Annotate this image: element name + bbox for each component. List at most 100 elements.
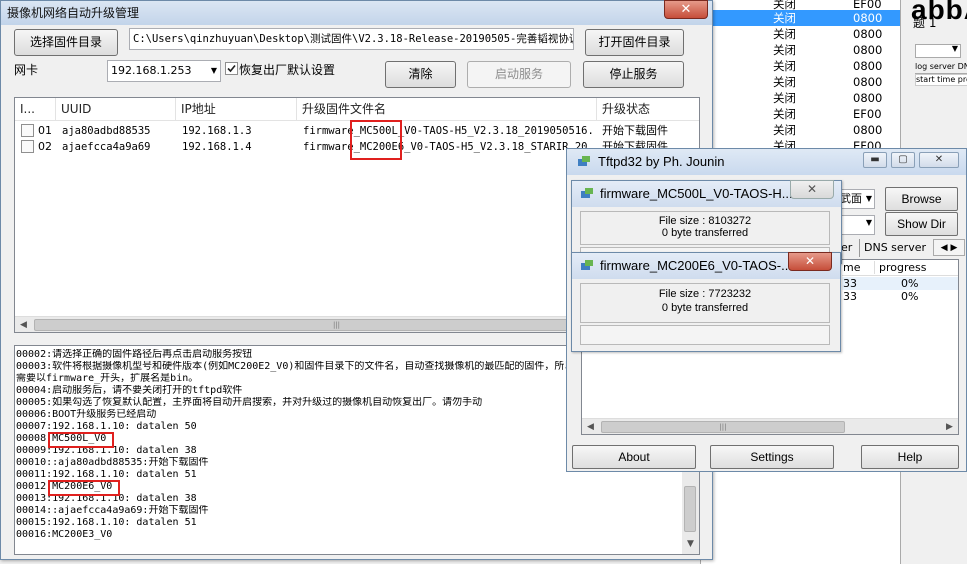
tftpd-app-icon [581, 260, 593, 270]
open-firmware-dir-button[interactable]: 打开固件目录 [585, 29, 684, 56]
bg-list-row[interactable]: 关闭 EF00 [701, 106, 920, 122]
column-header-index[interactable]: I... [15, 98, 56, 121]
row-checkbox[interactable] [21, 124, 34, 137]
popup-close-button[interactable]: ✕ [788, 252, 832, 271]
window-titlebar[interactable]: 摄像机网络自动升级管理 ✕ [1, 0, 712, 25]
about-button[interactable]: About [572, 445, 696, 469]
popup-info: File size : 8103272 0 byte transferred [580, 211, 830, 245]
bg-list-row[interactable]: 关闭 0800 [701, 58, 920, 74]
bg-list-row[interactable]: 关闭 0800 [701, 26, 920, 42]
bg-status: 关闭 [773, 107, 796, 121]
table-header: I... UUID IP地址 升级固件文件名 升级状态 [15, 98, 699, 121]
close-button[interactable]: ✕ [664, 0, 708, 19]
scroll-down-icon[interactable]: ▼ [682, 536, 699, 553]
popup-titlebar[interactable]: firmware_MC200E6_V0-TAOS-... ✕ [572, 252, 840, 279]
select-firmware-dir-button[interactable]: 选择固件目录 [14, 29, 118, 56]
column-header-firmware[interactable]: 升级固件文件名 [297, 98, 597, 121]
bg-list-row[interactable]: 关闭 0800 [701, 90, 920, 106]
transfer-time: 33 [843, 277, 857, 290]
clear-button[interactable]: 清除 [385, 61, 456, 88]
maximize-icon: ▢ [898, 154, 908, 165]
row-firmware: firmware_MC200E6_V0-TAOS-H5_V2.3.18_STAR… [303, 141, 593, 153]
chevron-down-icon: ▼ [210, 66, 217, 75]
tab-scroll-arrows[interactable]: ◀ ▶ [933, 239, 965, 256]
transfer-progress: 0% [901, 290, 919, 303]
row-ip: 192.168.1.3 [182, 125, 252, 137]
popup-info: File size : 7723232 0 byte transferred [580, 283, 830, 323]
scrollbar-thumb[interactable]: ||| [34, 319, 639, 331]
tftpd-close-button[interactable]: ✕ [919, 152, 959, 168]
show-dir-button[interactable]: Show Dir [885, 212, 958, 236]
scroll-right-icon[interactable]: ▶ [941, 419, 958, 434]
background-columns: start time prog [915, 74, 967, 86]
file-size-text: File size : 7723232 [658, 288, 752, 300]
popup-titlebar[interactable]: firmware_MC500L_V0-TAOS-H... ✕ [572, 180, 841, 207]
tftpd-app-icon [581, 188, 593, 198]
scrollbar-thumb[interactable]: ||| [601, 421, 845, 433]
tab-dns-server[interactable]: DNS server [859, 239, 926, 257]
help-button[interactable]: Help [861, 445, 959, 469]
bg-list-row[interactable]: 关闭 0800 [701, 122, 920, 138]
bg-code: 0800 [853, 59, 883, 73]
row-uuid: ajaefcca4a9a69 [62, 141, 151, 153]
column-header-time[interactable]: me [843, 261, 860, 274]
transfer-row[interactable]: 33 0% [842, 290, 958, 303]
bg-list-row[interactable]: 关闭 0800 [701, 10, 920, 26]
popup-close-button[interactable]: ✕ [790, 180, 834, 199]
tftpd-tabs[interactable]: er DNS server [833, 239, 933, 257]
maximize-button[interactable]: ▢ [891, 152, 915, 168]
transfer-horizontal-scrollbar[interactable]: ◀ ||| ▶ [582, 418, 958, 434]
scroll-left-icon[interactable]: ◀ [582, 419, 599, 434]
row-checkbox[interactable] [21, 140, 34, 153]
row-index: 01 [38, 124, 52, 137]
settings-button[interactable]: Settings [710, 445, 834, 469]
log-line: 00015:192.168.1.10: datalen 51 [16, 517, 197, 528]
close-icon: ✕ [680, 2, 692, 17]
chevron-right-icon[interactable]: ▶ [950, 243, 957, 253]
tftpd-titlebar[interactable]: Tftpd32 by Ph. Jounin ▬ ▢ ✕ [567, 149, 966, 175]
nic-select[interactable]: 192.168.1.253 ▼ [107, 60, 221, 82]
chevron-down-icon: ▼ [865, 218, 872, 227]
column-header-progress[interactable]: progress [874, 261, 927, 274]
column-header-ip[interactable]: IP地址 [176, 98, 297, 121]
nic-value: 192.168.1.253 [111, 64, 192, 77]
bg-col: prog [957, 75, 967, 84]
bg-list-row[interactable]: 关闭 0800 [701, 74, 920, 90]
column-header-status[interactable]: 升级状态 [597, 98, 699, 121]
scroll-left-icon[interactable]: ◀ [15, 317, 32, 332]
chevron-left-icon[interactable]: ◀ [941, 243, 948, 253]
log-line: 00014::ajaefcca4a9a69:开始下载固件 [16, 505, 209, 516]
scrollbar-thumb[interactable] [684, 486, 696, 532]
chevron-down-icon: ▼ [951, 44, 958, 53]
start-service-button[interactable]: 启动服务 [467, 61, 571, 88]
close-icon: ✕ [934, 154, 944, 165]
background-combo[interactable]: ▼ [915, 44, 961, 58]
restore-default-checkbox[interactable] [225, 62, 238, 75]
transferred-text: 0 byte transferred [661, 227, 749, 239]
background-tabs[interactable]: log server DNS s [915, 62, 967, 74]
column-header-uuid[interactable]: UUID [56, 98, 176, 121]
checkmark-icon [227, 64, 236, 73]
bg-code: 0800 [853, 75, 883, 89]
browse-button[interactable]: Browse [885, 187, 958, 211]
file-size-text: File size : 8103272 [658, 215, 752, 227]
bg-status: 关闭 [773, 91, 796, 105]
bg-code: 0800 [853, 11, 883, 25]
row-status: 开始下载固件 [602, 124, 668, 137]
bg-tab[interactable]: DNS s [958, 62, 967, 71]
stop-service-button[interactable]: 停止服务 [583, 61, 684, 88]
minimize-button[interactable]: ▬ [863, 152, 887, 168]
tftpd-title: Tftpd32 by Ph. Jounin [598, 154, 725, 169]
restore-default-label: 恢复出厂默认设置 [239, 63, 336, 77]
bg-tab[interactable]: log server [915, 62, 955, 71]
bg-status: 关闭 [773, 59, 796, 73]
tab-tftp-server[interactable]: er [841, 239, 852, 257]
bg-status: 关闭 [773, 27, 796, 41]
transfer-row[interactable]: 33 0% [842, 277, 958, 290]
model-highlight [48, 480, 120, 496]
bg-list-row[interactable]: 关闭 0800 [701, 42, 920, 58]
nic-label: 网卡 [14, 63, 39, 77]
firmware-path-field[interactable]: C:\Users\qinzhuyuan\Desktop\测试固件\V2.3.18… [129, 28, 574, 50]
model-highlight [48, 432, 114, 448]
combo-text: 武面 [840, 192, 862, 205]
